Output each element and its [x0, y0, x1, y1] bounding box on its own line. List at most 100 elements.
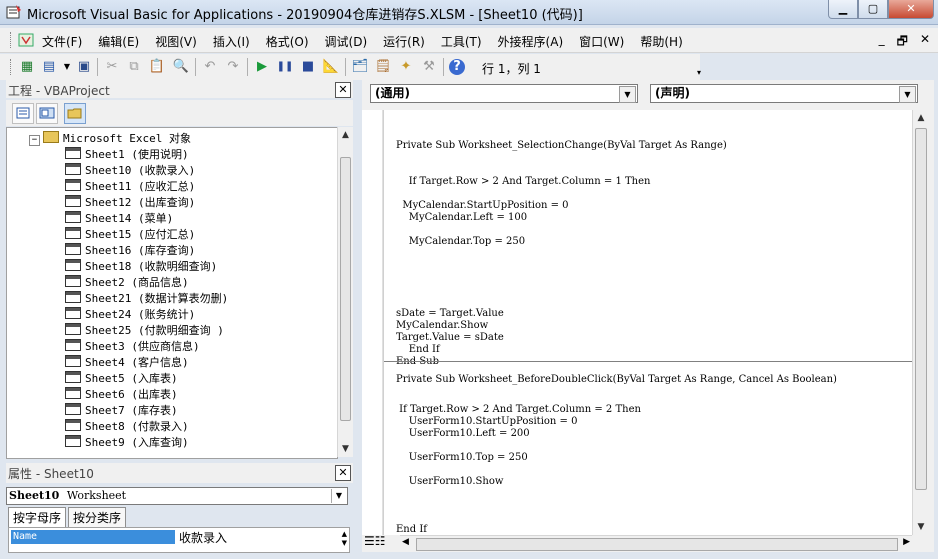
property-spinner-icon[interactable]: ▲ ▼: [342, 530, 347, 548]
tree-item-sheet[interactable]: Sheet15 (应付汇总): [65, 227, 195, 243]
properties-close-button[interactable]: ✕: [335, 465, 351, 481]
toolbar-separator: [345, 58, 346, 76]
tree-item-sheet[interactable]: Sheet21 (数据计算表勿删): [65, 291, 228, 307]
toolbar-separator: [195, 58, 196, 76]
help-icon[interactable]: ?: [449, 59, 465, 75]
procedure-view-icon[interactable]: ☰: [364, 534, 375, 548]
view-object-button[interactable]: [36, 103, 58, 124]
menu-view[interactable]: 视图(V): [155, 33, 197, 50]
menu-format[interactable]: 格式(O): [266, 33, 309, 50]
tree-item-sheet[interactable]: Sheet5 (入库表): [65, 371, 178, 387]
find-icon[interactable]: 🔍: [172, 58, 190, 76]
chevron-down-icon[interactable]: ▼: [331, 489, 346, 503]
tree-item-sheet[interactable]: Sheet24 (账务统计): [65, 307, 195, 323]
mdi-restore-button[interactable]: 🗗: [897, 32, 908, 53]
design-mode-icon[interactable]: 📐: [322, 58, 340, 76]
menu-file[interactable]: 文件(F): [42, 33, 82, 50]
tree-item-sheet[interactable]: Sheet8 (付款录入): [65, 419, 189, 435]
toolbox-icon[interactable]: ⚒: [420, 58, 438, 76]
tree-item-label: Sheet24 (账务统计): [85, 308, 196, 321]
cut-icon[interactable]: ✂: [103, 58, 121, 76]
tree-item-sheet[interactable]: Sheet16 (库存查询): [65, 243, 195, 259]
view-code-button[interactable]: [12, 103, 34, 124]
toolbar-grip[interactable]: [10, 59, 14, 75]
tree-item-sheet[interactable]: Sheet1 (使用说明): [65, 147, 189, 163]
paste-icon[interactable]: 📋: [148, 58, 166, 76]
reset-icon[interactable]: ■: [299, 58, 317, 76]
menu-tools[interactable]: 工具(T): [441, 33, 482, 50]
scroll-up-arrow[interactable]: ▲: [913, 110, 929, 126]
tree-item-sheet[interactable]: Sheet18 (收款明细查询): [65, 259, 217, 275]
tree-item-sheet[interactable]: Sheet25 (付款明细查询 ): [65, 323, 224, 339]
tree-item-sheet[interactable]: Sheet12 (出库查询): [65, 195, 195, 211]
scroll-down-arrow[interactable]: ▼: [338, 441, 353, 457]
tab-categorized[interactable]: 按分类序: [68, 507, 127, 527]
toggle-folders-button[interactable]: [64, 103, 86, 124]
insert-userform-icon[interactable]: ▤: [40, 58, 58, 76]
tree-item-sheet[interactable]: Sheet10 (收款录入): [65, 163, 195, 179]
object-browser-icon[interactable]: ✦: [397, 58, 415, 76]
object-combo[interactable]: (通用) ▼: [370, 84, 638, 103]
copy-icon[interactable]: ⧉: [125, 58, 143, 76]
properties-title: 属性 - Sheet10: [8, 467, 94, 481]
code-line: If Target.Row > 2 And Target.Column = 2 …: [396, 404, 641, 415]
tree-item-sheet[interactable]: Sheet2 (商品信息): [65, 275, 189, 291]
tree-item-sheet[interactable]: Sheet6 (出库表): [65, 387, 178, 403]
project-tree-scrollbar[interactable]: ▲ ▼: [337, 127, 353, 457]
procedure-combo[interactable]: (声明) ▼: [650, 84, 918, 103]
code-vertical-scrollbar[interactable]: ▲ ▼: [912, 110, 929, 535]
scroll-thumb[interactable]: [340, 157, 351, 421]
collapse-icon[interactable]: −: [29, 135, 40, 146]
chevron-down-icon[interactable]: ▼: [899, 86, 916, 103]
tree-item-sheet[interactable]: Sheet11 (应收汇总): [65, 179, 195, 195]
chevron-down-icon[interactable]: ▼: [619, 86, 636, 103]
project-explorer-icon[interactable]: 🗂: [351, 58, 369, 76]
menu-help[interactable]: 帮助(H): [640, 33, 682, 50]
toolbar-separator: [97, 58, 98, 76]
property-name[interactable]: Name: [11, 530, 175, 544]
menu-window[interactable]: 窗口(W): [579, 33, 624, 50]
tree-item-sheet[interactable]: Sheet9 (入库查询): [65, 435, 189, 451]
save-icon[interactable]: ▣: [75, 58, 93, 76]
minimize-button[interactable]: ▁: [828, 0, 858, 19]
undo-icon[interactable]: ↶: [201, 58, 219, 76]
code-horizontal-scrollbar[interactable]: ◀ ▶: [400, 535, 912, 552]
menu-run[interactable]: 运行(R): [383, 33, 425, 50]
run-icon[interactable]: ▶: [253, 58, 271, 76]
insert-dropdown-icon[interactable]: ▼: [58, 58, 76, 76]
scroll-down-arrow[interactable]: ▼: [913, 519, 929, 535]
menu-edit[interactable]: 编辑(E): [98, 33, 139, 50]
tree-folder-excel-objects[interactable]: − Microsoft Excel 对象: [29, 131, 191, 147]
break-icon[interactable]: ❚❚: [276, 58, 294, 76]
menu-addins[interactable]: 外接程序(A): [498, 33, 564, 50]
properties-window-icon[interactable]: 🗒: [374, 58, 392, 76]
tree-item-sheet[interactable]: Sheet7 (库存表): [65, 403, 178, 419]
tab-alphabetic[interactable]: 按字母序: [8, 507, 67, 527]
full-module-view-icon[interactable]: ☷: [375, 534, 386, 548]
scroll-right-arrow[interactable]: ▶: [903, 537, 910, 547]
tree-item-sheet[interactable]: Sheet3 (供应商信息): [65, 339, 200, 355]
property-value[interactable]: 收款录入: [179, 529, 227, 546]
scroll-thumb[interactable]: [915, 128, 927, 490]
vba-menu-icon[interactable]: [18, 33, 34, 47]
menu-debug[interactable]: 调试(D): [325, 33, 368, 50]
tree-item-label: Sheet25 (付款明细查询 ): [85, 324, 224, 337]
scroll-left-arrow[interactable]: ◀: [402, 537, 409, 547]
menu-insert[interactable]: 插入(I): [213, 33, 250, 50]
project-explorer-close-button[interactable]: ✕: [335, 82, 351, 98]
mdi-close-button[interactable]: ✕: [920, 32, 930, 53]
close-button[interactable]: ✕: [888, 0, 934, 19]
view-excel-icon[interactable]: ▦: [18, 58, 36, 76]
object-selector[interactable]: Sheet10 Worksheet ▼: [6, 487, 348, 505]
tree-item-label: Sheet7 (库存表): [85, 404, 178, 417]
menu-grip[interactable]: [10, 32, 14, 48]
scroll-up-arrow[interactable]: ▲: [338, 127, 353, 143]
mdi-minimize-button[interactable]: _: [879, 32, 885, 53]
tree-item-sheet[interactable]: Sheet4 (客户信息): [65, 355, 189, 371]
redo-icon[interactable]: ↷: [224, 58, 242, 76]
tree-item-sheet[interactable]: Sheet14 (菜单): [65, 211, 173, 227]
code-line: MyCalendar.Left = 100: [396, 212, 528, 223]
maximize-button[interactable]: ▢: [858, 0, 888, 19]
code-editor[interactable]: Private Sub Worksheet_SelectionChange(By…: [383, 110, 912, 535]
scroll-thumb[interactable]: [416, 538, 898, 551]
